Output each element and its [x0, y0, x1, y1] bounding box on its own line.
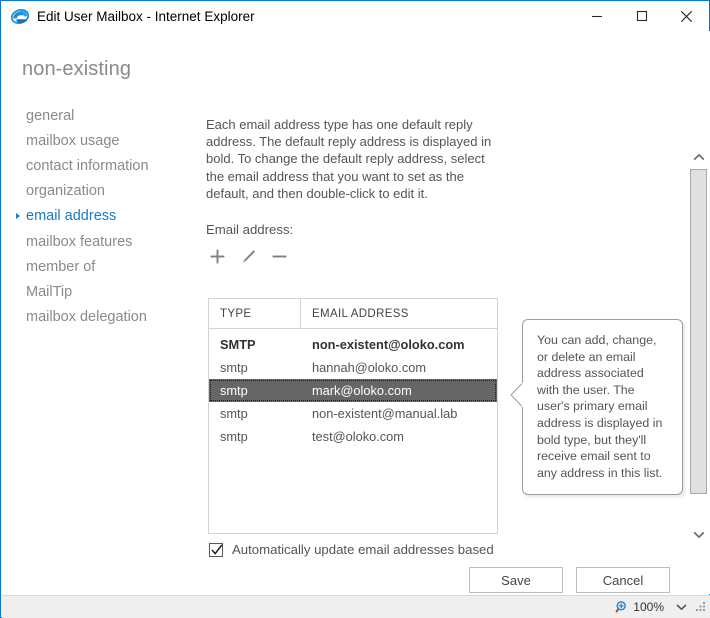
table-row[interactable]: smtp non-existent@manual.lab: [209, 402, 497, 425]
checkmark-icon: [211, 543, 223, 555]
page-title: non-existing: [22, 58, 132, 80]
table-body: SMTP non-existent@oloko.com smtp hannah@…: [209, 329, 497, 448]
email-address-toolbar: [206, 245, 506, 267]
callout-text: You can add, change, or delete an email …: [537, 333, 663, 480]
table-row[interactable]: smtp hannah@oloko.com: [209, 356, 497, 379]
cell-address: test@oloko.com: [312, 429, 404, 444]
selected-marker-icon: [16, 213, 20, 220]
settings-nav: general mailbox usage contact informatio…: [14, 103, 194, 330]
nav-item-member-of[interactable]: member of: [14, 254, 194, 279]
close-icon: [680, 10, 693, 22]
help-callout: You can add, change, or delete an email …: [510, 319, 683, 496]
plus-icon: [210, 249, 224, 263]
cancel-button[interactable]: Cancel: [576, 567, 670, 593]
cell-type: smtp: [220, 429, 248, 444]
vertical-scrollbar[interactable]: [689, 62, 709, 594]
chevron-down-icon: [693, 531, 705, 538]
column-header-type: TYPE: [209, 299, 301, 328]
nav-item-label: mailbox delegation: [26, 309, 147, 326]
window-title: Edit User Mailbox - Internet Explorer: [37, 8, 255, 24]
scrollbar-thumb[interactable]: [690, 169, 707, 494]
minimize-button[interactable]: [574, 1, 619, 31]
save-button[interactable]: Save: [469, 567, 563, 593]
status-bar: 100%: [2, 595, 710, 618]
nav-item-organization[interactable]: organization: [14, 179, 194, 204]
nav-item-mailbox-usage[interactable]: mailbox usage: [14, 128, 194, 153]
edit-button[interactable]: [237, 245, 259, 267]
remove-button[interactable]: [268, 245, 290, 267]
zoom-magnifier-icon: [615, 601, 627, 613]
cell-type: SMTP: [220, 337, 256, 352]
nav-item-label: contact information: [26, 157, 149, 174]
main-content: Each email address type has one default …: [206, 116, 506, 267]
dialog-actions: Save Cancel: [469, 567, 670, 593]
nav-item-label: MailTip: [26, 283, 73, 300]
auto-update-checkbox-row[interactable]: Automatically update email addresses bas…: [209, 542, 494, 557]
window-controls: [574, 1, 709, 31]
minus-icon: [272, 255, 286, 257]
nav-item-label: mailbox usage: [26, 132, 120, 149]
cell-type: smtp: [220, 360, 248, 375]
nav-item-label: mailbox features: [26, 233, 133, 250]
page-content: non-existing general mailbox usage conta…: [2, 31, 710, 594]
nav-item-label: general: [26, 107, 75, 124]
nav-item-mailbox-features[interactable]: mailbox features: [14, 229, 194, 254]
nav-item-general[interactable]: general: [14, 103, 194, 128]
add-button[interactable]: [206, 245, 228, 267]
title-bar: Edit User Mailbox - Internet Explorer: [1, 1, 709, 31]
description-text: Each email address type has one default …: [206, 117, 492, 201]
resize-grip-icon[interactable]: [695, 601, 707, 613]
browser-window: Edit User Mailbox - Internet Explorer no…: [0, 0, 710, 618]
scroll-up-button[interactable]: [689, 147, 709, 167]
email-address-table: TYPE EMAIL ADDRESS SMTP non-existent@olo…: [208, 298, 498, 534]
nav-item-mailtip[interactable]: MailTip: [14, 279, 194, 304]
table-row[interactable]: SMTP non-existent@oloko.com: [209, 333, 497, 356]
cell-address: non-existent@oloko.com: [312, 337, 465, 352]
nav-item-label: email address: [26, 208, 117, 225]
auto-update-checkbox-label: Automatically update email addresses bas…: [232, 542, 494, 557]
maximize-icon: [636, 10, 647, 22]
minimize-icon: [591, 15, 602, 18]
pencil-icon: [242, 249, 255, 262]
nav-item-email-address[interactable]: email address: [14, 204, 194, 229]
table-row[interactable]: smtp mark@oloko.com: [209, 379, 497, 402]
table-header-row: TYPE EMAIL ADDRESS: [209, 299, 497, 329]
table-row[interactable]: smtp test@oloko.com: [209, 425, 497, 448]
cell-address: mark@oloko.com: [312, 383, 412, 398]
internet-explorer-icon: [10, 9, 30, 24]
chevron-down-icon[interactable]: [676, 603, 687, 611]
zoom-control[interactable]: 100%: [615, 600, 687, 614]
chevron-up-icon: [693, 153, 705, 160]
cell-address: hannah@oloko.com: [312, 360, 427, 375]
cell-type: smtp: [220, 383, 248, 398]
column-header-email-address: EMAIL ADDRESS: [312, 307, 409, 320]
cell-type: smtp: [220, 406, 248, 421]
zoom-level-label: 100%: [633, 600, 664, 614]
email-address-label: Email address:: [206, 222, 294, 238]
callout-arrow-icon: [510, 382, 523, 408]
scroll-down-button[interactable]: [689, 524, 709, 544]
nav-item-label: organization: [26, 183, 105, 200]
nav-item-contact-information[interactable]: contact information: [14, 153, 194, 178]
maximize-button[interactable]: [619, 1, 664, 31]
nav-item-mailbox-delegation[interactable]: mailbox delegation: [14, 305, 194, 330]
nav-item-label: member of: [26, 258, 96, 275]
auto-update-checkbox[interactable]: [209, 542, 223, 557]
cell-address: non-existent@manual.lab: [312, 406, 458, 421]
close-button[interactable]: [664, 1, 709, 31]
